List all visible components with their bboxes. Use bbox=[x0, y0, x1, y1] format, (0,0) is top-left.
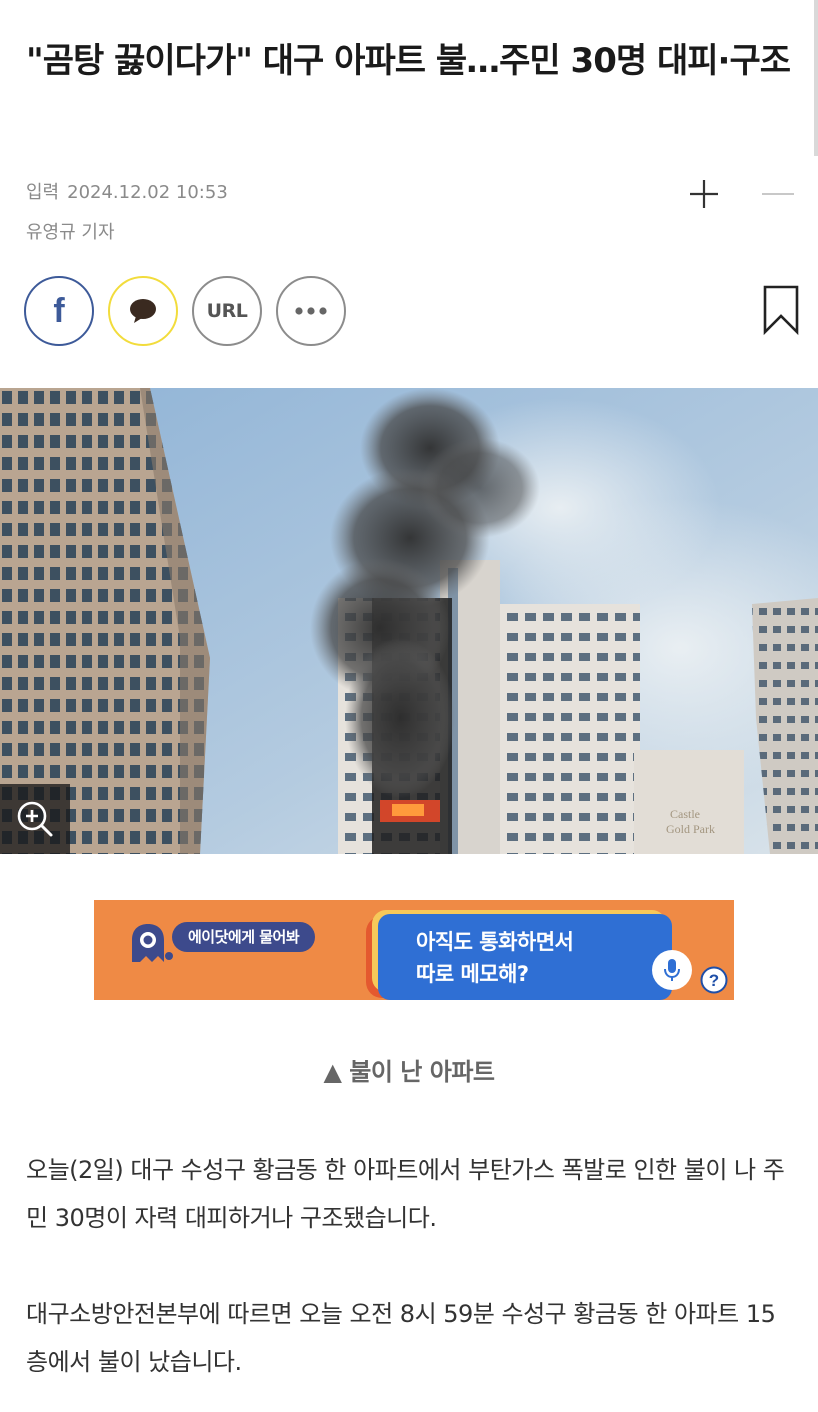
robot-mascot-icon bbox=[132, 924, 173, 962]
photo-zoom-button[interactable] bbox=[0, 784, 70, 854]
article-photo: Castle Gold Park bbox=[0, 388, 818, 854]
bookmark-button[interactable] bbox=[762, 284, 800, 336]
copy-url-button[interactable]: URL bbox=[192, 276, 262, 346]
zoom-in-icon bbox=[17, 801, 53, 837]
ad-mic-badge bbox=[652, 950, 692, 990]
share-facebook-button[interactable]: f bbox=[24, 276, 94, 346]
article-author: 유영규 기자 bbox=[26, 222, 115, 243]
page-scrollbar[interactable] bbox=[814, 0, 818, 156]
article-paragraph-2: 대구소방안전본부에 따르면 오늘 오전 8시 59분 수성구 황금동 한 아파트… bbox=[26, 1300, 776, 1376]
font-plus-icon bbox=[690, 180, 718, 208]
facebook-icon: f bbox=[53, 291, 65, 330]
date-label: 입력 bbox=[26, 182, 60, 203]
font-minus-icon bbox=[762, 193, 794, 195]
article-date: 입력 2024.12.02 10:53 bbox=[26, 178, 228, 204]
font-size-increase-button[interactable] bbox=[684, 174, 724, 214]
help-icon[interactable]: ? bbox=[700, 966, 728, 994]
sign-text-line2: Gold Park bbox=[666, 822, 715, 836]
microphone-icon bbox=[664, 959, 680, 981]
more-dots-icon bbox=[295, 307, 327, 315]
help-glyph: ? bbox=[709, 971, 719, 990]
apartment-fire-scene: Castle Gold Park bbox=[0, 388, 818, 854]
bookmark-icon bbox=[763, 285, 799, 336]
article-title: "곰탕 끓이다가" 대구 아파트 불…주민 30명 대피·구조 bbox=[26, 41, 791, 81]
sign-text-line1: Castle bbox=[670, 807, 700, 821]
share-kakaotalk-button[interactable] bbox=[108, 276, 178, 346]
advertisement-banner[interactable]: 에이닷에게 물어봐 아직도 통화하면서 따로 메모해? ? bbox=[94, 900, 734, 1000]
kakao-talk-icon bbox=[130, 299, 156, 323]
article-paragraph-1: 오늘(2일) 대구 수성구 황금동 한 아파트에서 부탄가스 폭발로 인한 불이… bbox=[26, 1156, 785, 1232]
font-size-decrease-button[interactable] bbox=[758, 174, 798, 214]
photo-caption: ▲ 불이 난 아파트 bbox=[323, 1058, 495, 1086]
share-more-button[interactable] bbox=[276, 276, 346, 346]
ad-bubble-line2: 따로 메모해? bbox=[416, 962, 529, 986]
date-value: 2024.12.02 10:53 bbox=[67, 182, 228, 203]
ad-pill-text: 에이닷에게 물어봐 bbox=[172, 922, 316, 952]
ad-bubble-line1: 아직도 통화하면서 bbox=[416, 930, 574, 954]
